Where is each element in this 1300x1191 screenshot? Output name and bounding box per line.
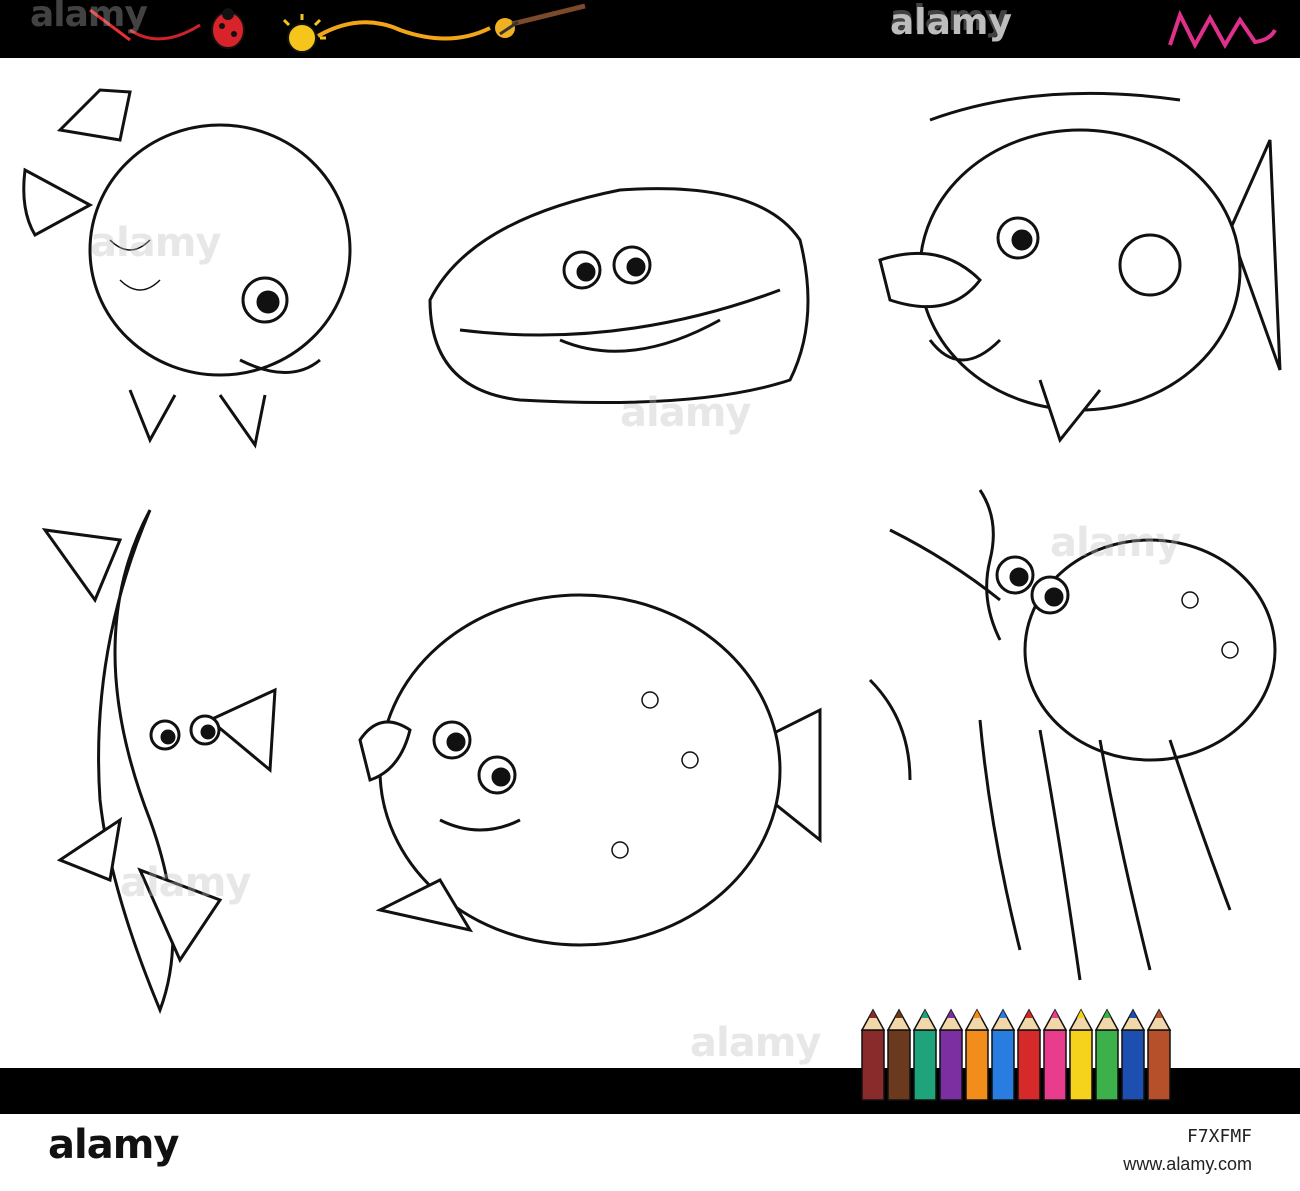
pencil-body	[1121, 1029, 1145, 1101]
pencil-body	[887, 1029, 911, 1101]
watermark-text: alamy	[30, 0, 148, 35]
watermark-text: alamy	[620, 390, 751, 436]
pencil-body	[1069, 1029, 1093, 1101]
site-url: www.alamy.com	[1123, 1154, 1252, 1174]
pencil-body	[1043, 1029, 1067, 1101]
pencil-body	[861, 1029, 885, 1101]
watermark-text: alamy	[890, 0, 1008, 39]
pencil-body	[913, 1029, 937, 1101]
watermark-text: alamy	[690, 1020, 821, 1066]
pencil-body	[991, 1029, 1015, 1101]
watermark-text: alamy	[90, 220, 221, 266]
colored-pencils-icon	[860, 1008, 1172, 1101]
watermark-text: alamy	[120, 860, 251, 906]
pencil-body	[1147, 1029, 1171, 1101]
pencil-body	[965, 1029, 989, 1101]
image-id: F7XFMF	[1186, 1126, 1252, 1147]
brand-logo: alamy	[48, 1122, 179, 1168]
pencil-body	[1017, 1029, 1041, 1101]
footer-area	[0, 1114, 1300, 1191]
watermark-text: alamy	[1050, 520, 1181, 566]
pencil-body	[1095, 1029, 1119, 1101]
pencil-body	[939, 1029, 963, 1101]
